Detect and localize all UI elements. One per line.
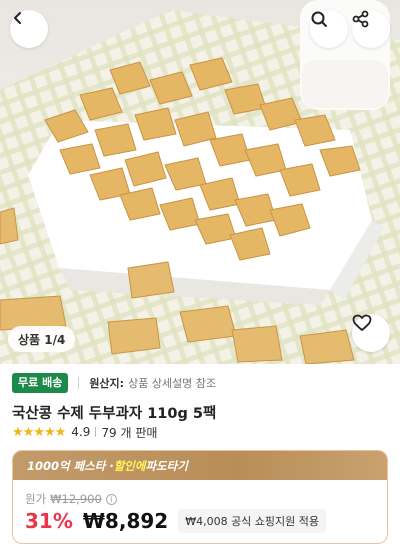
star-icon: ★ <box>12 424 24 440</box>
info-icon[interactable]: i <box>105 493 117 505</box>
image-counter: 상품 1/4 <box>8 326 76 352</box>
rating-row[interactable]: ★ ★ ★ ★ ★ 4.9 79 개 판매 <box>12 424 157 440</box>
star-icon: ★ <box>54 424 67 440</box>
origin-label: 원산지: <box>89 377 125 390</box>
origin-value: 상품 상세설명 참조 <box>128 377 217 390</box>
promo-suffix: 파도타기 <box>145 458 188 473</box>
back-button[interactable] <box>10 10 48 48</box>
sale-price-row: 31% ₩8,892 ₩4,008 공식 쇼핑지원 적용 <box>25 509 327 533</box>
product-title: 국산콩 수제 두부과자 110g 5팩 <box>12 406 217 422</box>
sales-count: 79 개 판매 <box>101 425 158 440</box>
divider <box>78 377 80 389</box>
favorite-button[interactable] <box>352 314 390 352</box>
original-price-label: 원가 <box>25 492 47 506</box>
free-shipping-badge: 무료 배송 <box>12 373 69 393</box>
star-icon: ★ <box>22 424 35 440</box>
discount-rate: 31% <box>25 509 73 533</box>
divider <box>95 427 97 437</box>
star-icon: ★ <box>33 424 45 440</box>
rating-stars: ★ ★ ★ ★ ★ <box>12 424 67 440</box>
price-card: 1000억 페스타 · 할인에 파도타기 원가 ₩12,900 i 31% ₩8… <box>12 450 388 544</box>
sale-price: ₩8,892 <box>82 509 169 533</box>
original-price: ₩12,900 <box>50 492 102 506</box>
shopping-support-pill[interactable]: ₩4,008 공식 쇼핑지원 적용 <box>178 509 327 533</box>
search-button[interactable] <box>310 10 348 48</box>
promo-highlight: 할인에 <box>113 458 146 473</box>
shipping-origin-row: 무료 배송 원산지: 상품 상세설명 참조 <box>12 372 216 394</box>
star-icon: ★ <box>43 424 56 440</box>
product-photo <box>0 0 400 364</box>
rating-value: 4.9 <box>71 425 91 439</box>
promo-banner[interactable]: 1000억 페스타 · 할인에 파도타기 <box>13 451 387 480</box>
original-price-row: 원가 ₩12,900 i <box>25 491 117 507</box>
promo-prefix: 1000억 페스타 · <box>27 458 114 473</box>
product-image[interactable]: 상품 1/4 <box>0 0 400 364</box>
share-button[interactable] <box>352 10 390 48</box>
